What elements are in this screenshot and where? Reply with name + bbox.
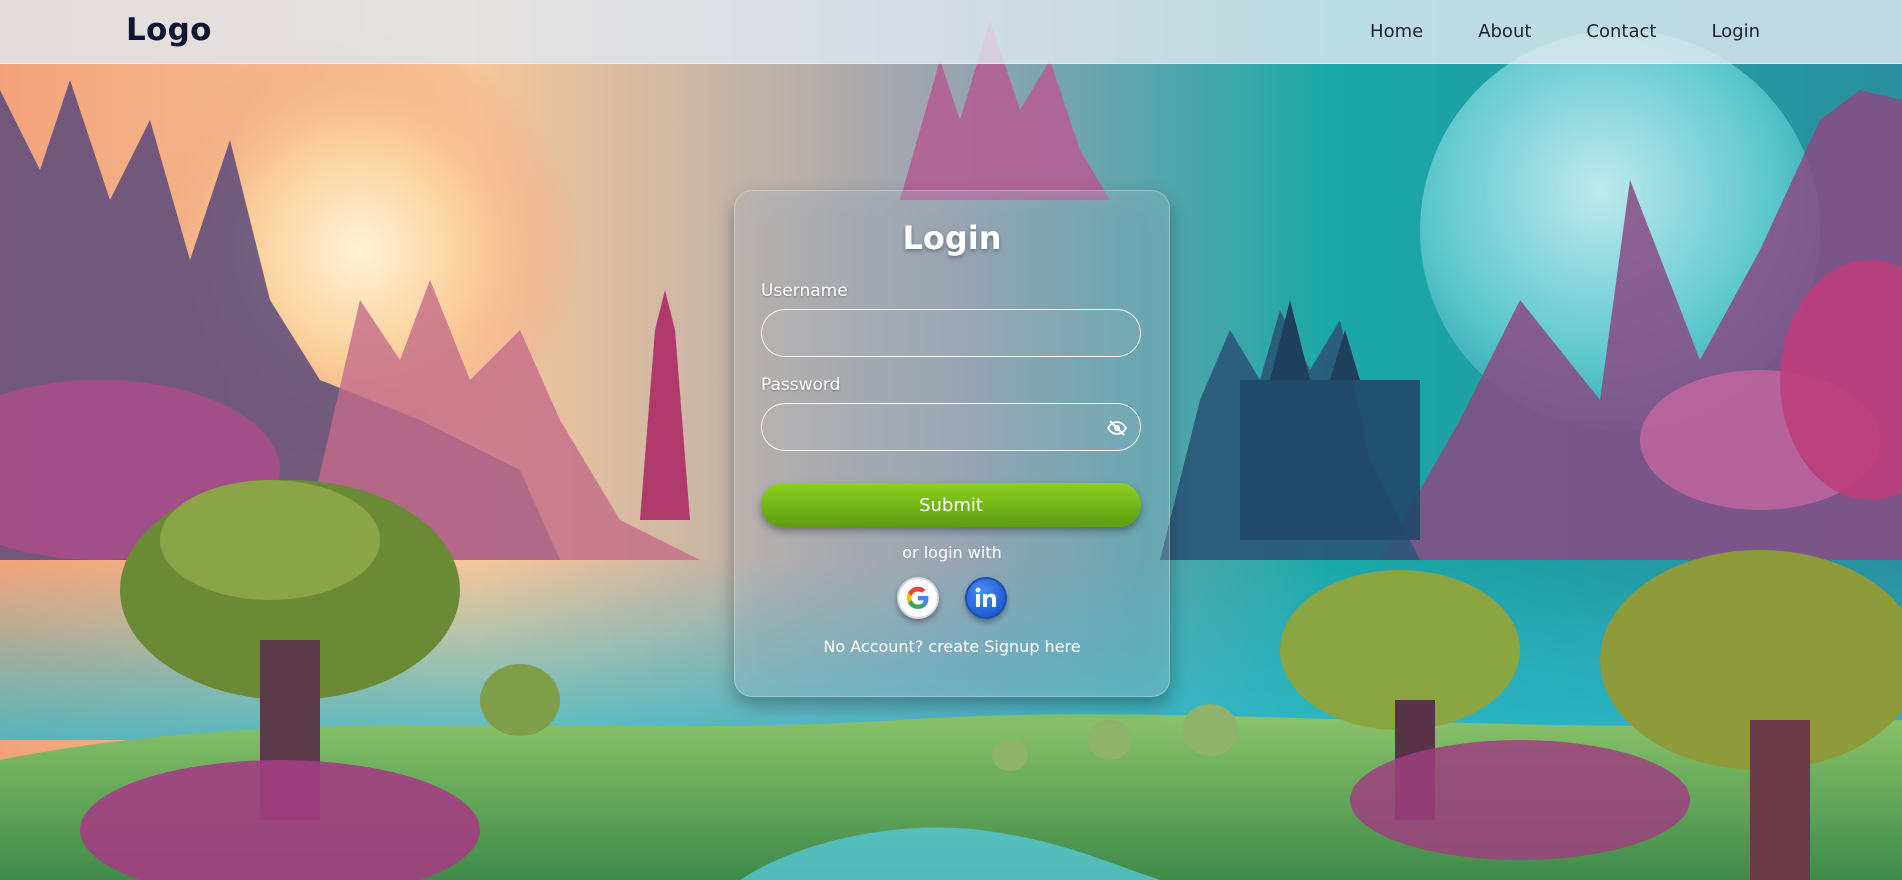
nav-link-home[interactable]: Home [1370,21,1423,42]
username-field-wrapper [761,309,1141,357]
nav-link-login[interactable]: Login [1711,21,1760,42]
username-label: Username [761,281,848,301]
password-label: Password [761,375,841,395]
google-icon[interactable] [897,577,939,619]
site-logo[interactable]: Logo [126,12,212,48]
login-title: Login [902,219,1002,257]
top-navbar: Logo Home About Contact Login [0,0,1902,64]
nav-link-about[interactable]: About [1478,21,1531,42]
password-input[interactable] [762,404,1140,450]
nav-links: Home About Contact Login [1370,0,1760,63]
nav-link-contact[interactable]: Contact [1586,21,1656,42]
eye-slash-icon[interactable] [1104,415,1130,441]
login-card: Login Username Password Submit or login … [734,190,1170,697]
signup-link[interactable]: No Account? create Signup here [735,637,1169,656]
linkedin-icon[interactable] [965,577,1007,619]
submit-button[interactable]: Submit [761,483,1141,527]
username-input[interactable] [762,310,1140,356]
alt-login-text: or login with [902,543,1002,562]
password-field-wrapper [761,403,1141,451]
